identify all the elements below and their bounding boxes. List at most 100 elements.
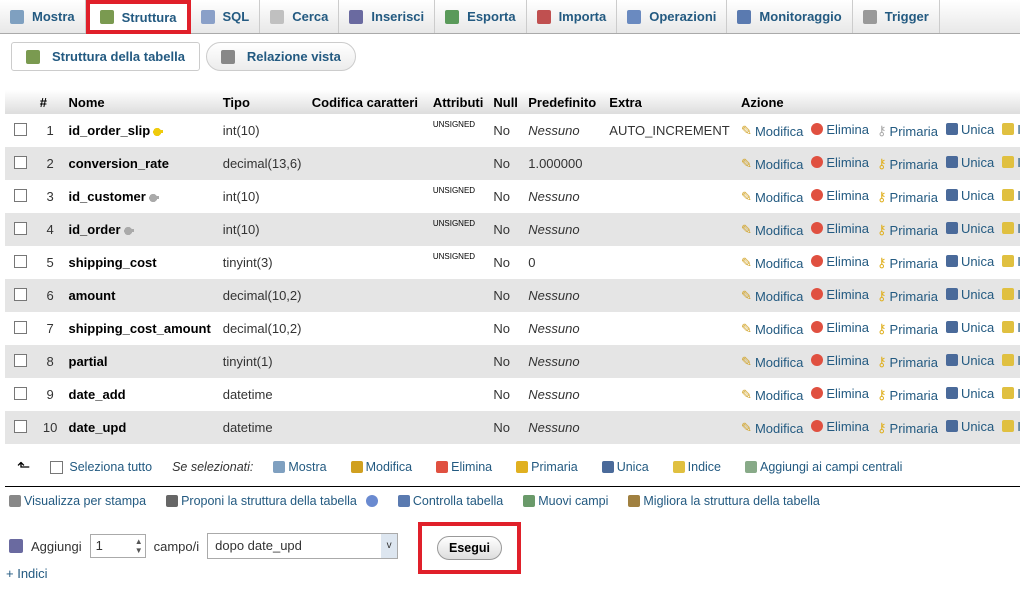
row-checkbox[interactable] <box>13 287 27 301</box>
drop-action[interactable]: Elimina <box>811 221 869 236</box>
primary-action[interactable]: ⚷ Primaria <box>877 255 938 271</box>
index-action[interactable]: I <box>1002 188 1020 203</box>
index-action[interactable]: I <box>1002 353 1020 368</box>
unique-action[interactable]: Unica <box>945 419 994 434</box>
primary-action[interactable]: ⚷ Primaria <box>877 123 938 139</box>
index-action[interactable]: I <box>1002 419 1020 434</box>
primary-action[interactable]: ⚷ Primaria <box>877 156 938 172</box>
primary-action[interactable]: ⚷ Primaria <box>877 222 938 238</box>
row-checkbox[interactable] <box>13 221 27 235</box>
edit-action[interactable]: ✎ Modifica <box>741 387 803 403</box>
tab-sql[interactable]: SQL <box>191 0 261 33</box>
field-count-input[interactable]: 1 ▲ ▼ <box>89 534 146 558</box>
drop-action[interactable]: Elimina <box>811 188 869 203</box>
table-link[interactable]: Controlla tabella <box>397 494 503 508</box>
primary-action[interactable]: ⚷ Primaria <box>877 288 938 304</box>
label: Primaria <box>889 189 938 205</box>
index-action[interactable]: I <box>1002 155 1020 170</box>
primary-action[interactable]: ⚷ Primaria <box>877 420 938 436</box>
unique-action[interactable]: Unica <box>945 353 994 368</box>
select-all-checkbox[interactable] <box>50 460 64 474</box>
row-checkbox[interactable] <box>13 188 27 202</box>
bulk-action[interactable]: Indice <box>672 460 721 474</box>
tab-operazioni[interactable]: Operazioni <box>617 0 728 33</box>
indexes-link[interactable]: + Indici <box>6 566 48 581</box>
select-all[interactable]: Seleziona tutto <box>50 460 152 474</box>
tab-esporta[interactable]: Esporta <box>435 0 527 33</box>
edit-action[interactable]: ✎ Modifica <box>741 222 803 238</box>
field-extra <box>605 279 738 312</box>
bulk-action[interactable]: Mostra <box>273 460 327 474</box>
drop-action[interactable]: Elimina <box>811 287 869 302</box>
unique-action[interactable]: Unica <box>945 188 994 203</box>
edit-action[interactable]: ✎ Modifica <box>741 321 803 337</box>
row-checkbox[interactable] <box>13 353 27 367</box>
row-checkbox[interactable] <box>13 419 27 433</box>
tab-monitoraggio[interactable]: Monitoraggio <box>727 0 853 33</box>
index-action[interactable]: I <box>1002 386 1020 401</box>
go-button[interactable]: Esegui <box>437 536 502 560</box>
edit-action[interactable]: ✎ Modifica <box>741 255 803 271</box>
bulk-action[interactable]: Modifica <box>350 460 412 474</box>
edit-action[interactable]: ✎ Modifica <box>741 123 803 139</box>
index-action[interactable]: I <box>1002 254 1020 269</box>
unique-action[interactable]: Unica <box>945 155 994 170</box>
bulk-action[interactable]: Unica <box>601 460 649 474</box>
tab-inserisci[interactable]: Inserisci <box>339 0 436 33</box>
primary-action[interactable]: ⚷ Primaria <box>877 387 938 403</box>
index-action[interactable]: I <box>1002 287 1020 302</box>
index-action[interactable]: I <box>1002 320 1020 335</box>
field-name: conversion_rate <box>68 156 169 171</box>
table-link[interactable]: Visualizza per stampa <box>9 494 146 508</box>
index-action[interactable]: I <box>1002 122 1020 137</box>
row-checkbox[interactable] <box>13 386 27 400</box>
unique-action[interactable]: Unica <box>945 287 994 302</box>
action-icon <box>601 461 614 473</box>
table-link[interactable]: Proponi la struttura della tabella <box>166 494 378 508</box>
subtab-table-structure[interactable]: Struttura della tabella <box>11 42 200 71</box>
table-link[interactable]: Muovi campi <box>523 494 608 508</box>
edit-action[interactable]: ✎ Modifica <box>741 189 803 205</box>
tab-struttura[interactable]: Struttura <box>85 0 191 34</box>
drop-action[interactable]: Elimina <box>811 254 869 269</box>
drop-action[interactable]: Elimina <box>811 320 869 335</box>
edit-action[interactable]: ✎ Modifica <box>741 156 803 172</box>
drop-action[interactable]: Elimina <box>811 386 869 401</box>
index-icon <box>1002 156 1015 169</box>
edit-action[interactable]: ✎ Modifica <box>741 354 803 370</box>
index-icon <box>1002 354 1015 367</box>
edit-action[interactable]: ✎ Modifica <box>741 420 803 436</box>
spinner-icon[interactable]: ▲ ▼ <box>135 537 143 555</box>
primary-action[interactable]: ⚷ Primaria <box>877 354 938 370</box>
row-checkbox[interactable] <box>13 254 27 268</box>
unique-action[interactable]: Unica <box>945 221 994 236</box>
tab-trigger[interactable]: Trigger <box>853 0 940 33</box>
help-icon[interactable] <box>365 495 378 507</box>
row-checkbox[interactable] <box>13 122 27 136</box>
tab-importa[interactable]: Importa <box>527 0 618 33</box>
bulk-action[interactable]: Aggiungi ai campi centrali <box>745 460 902 474</box>
unique-action[interactable]: Unica <box>945 254 994 269</box>
drop-action[interactable]: Elimina <box>811 122 869 137</box>
primary-action[interactable]: ⚷ Primaria <box>877 189 938 205</box>
unique-action[interactable]: Unica <box>945 320 994 335</box>
bulk-action[interactable]: Elimina <box>436 460 492 474</box>
unique-action[interactable]: Unica <box>945 122 994 137</box>
chevron-down-icon[interactable]: v <box>381 534 398 558</box>
index-action[interactable]: I <box>1002 221 1020 236</box>
row-checkbox[interactable] <box>13 155 27 169</box>
tab-mostra[interactable]: Mostra <box>0 0 86 33</box>
drop-action[interactable]: Elimina <box>811 419 869 434</box>
table-link[interactable]: Migliora la struttura della tabella <box>628 494 820 508</box>
primary-action[interactable]: ⚷ Primaria <box>877 321 938 337</box>
edit-action[interactable]: ✎ Modifica <box>741 288 803 304</box>
unique-action[interactable]: Unica <box>945 386 994 401</box>
tab-cerca[interactable]: Cerca <box>260 0 340 33</box>
subtab-relation-view[interactable]: Relazione vista <box>205 42 356 71</box>
unique-icon <box>945 387 958 400</box>
position-select[interactable]: dopo date_upd v <box>207 533 399 559</box>
bulk-action[interactable]: Primaria <box>516 460 578 474</box>
drop-action[interactable]: Elimina <box>811 353 869 368</box>
row-checkbox[interactable] <box>13 320 27 334</box>
drop-action[interactable]: Elimina <box>811 155 869 170</box>
